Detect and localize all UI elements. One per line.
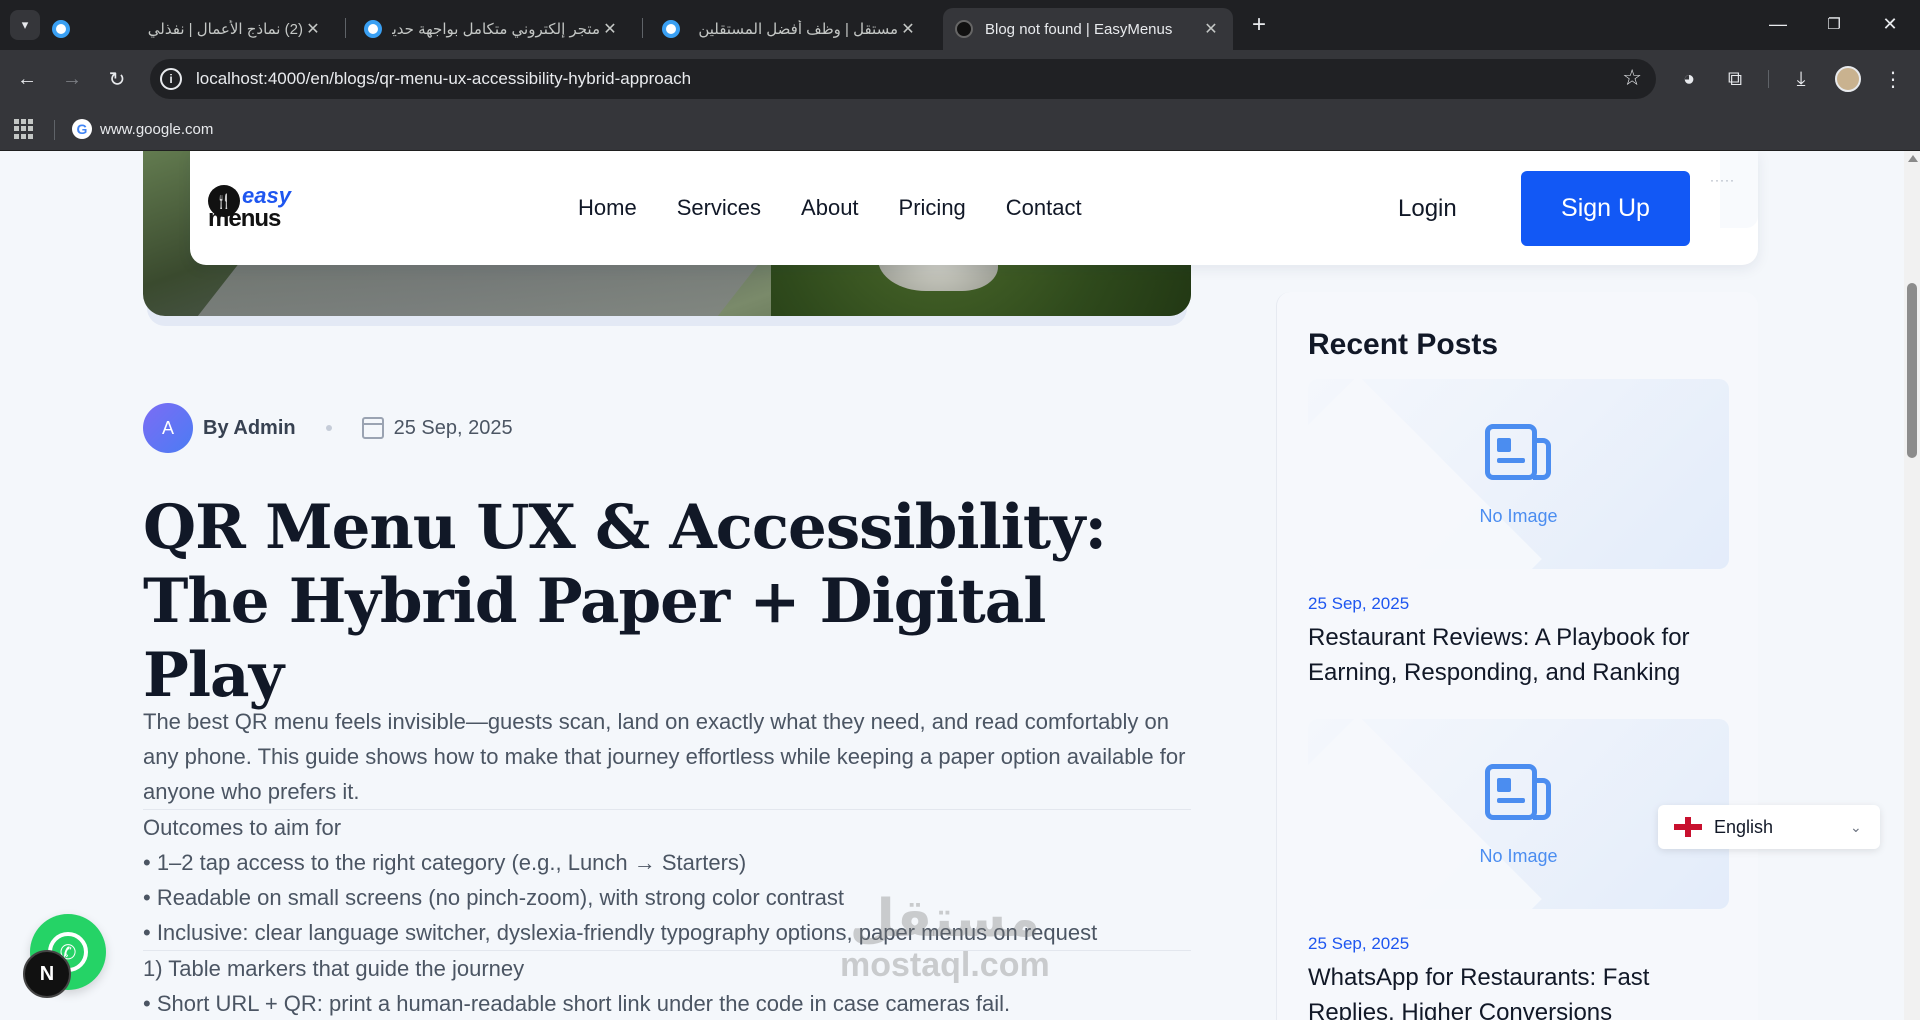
mostaql-favicon-icon xyxy=(662,20,680,38)
mostaql-favicon-icon xyxy=(364,20,382,38)
tab-close-icon[interactable]: ✕ xyxy=(898,19,918,39)
page-viewport: 🍴 easy menus Home Services About Pricing… xyxy=(0,151,1920,1020)
sidebar-title: Recent Posts xyxy=(1308,328,1499,361)
apps-grid-icon[interactable] xyxy=(14,119,34,139)
browser-menu-icon[interactable]: ⋮ xyxy=(1878,64,1908,94)
back-arrow-icon[interactable]: ← xyxy=(12,64,42,94)
meta-separator xyxy=(325,425,332,431)
tab-divider xyxy=(642,18,643,38)
logo-text-bottom: menus xyxy=(208,205,281,232)
nav-services[interactable]: Services xyxy=(677,195,761,221)
article-meta: A By Admin 25 Sep, 2025 xyxy=(143,403,513,453)
reload-icon[interactable]: ↻ xyxy=(102,64,132,94)
login-link[interactable]: Login xyxy=(1398,195,1457,223)
tab-close-icon[interactable]: ✕ xyxy=(303,19,323,39)
address-url[interactable]: localhost:4000/en/blogs/qr-menu-ux-acces… xyxy=(196,69,691,89)
site-info-icon[interactable]: i xyxy=(160,68,182,90)
chevron-down-icon: ⌄ xyxy=(1850,818,1862,835)
tab-divider xyxy=(345,18,346,38)
post-date: 25 Sep, 2025 xyxy=(1308,594,1410,613)
bookmarks-bar: G www.google.com xyxy=(0,108,1920,151)
tab-title: متجر إلكتروني متكامل بواجهة حديثة xyxy=(392,21,600,38)
watermark-arabic: مستقل xyxy=(849,889,1040,949)
signup-button[interactable]: Sign Up xyxy=(1521,171,1690,246)
calendar-icon xyxy=(361,417,384,439)
easymenus-logo[interactable]: 🍴 easy menus xyxy=(206,183,306,233)
tab-close-icon[interactable]: ✕ xyxy=(1201,19,1221,39)
tab-title: مستقل | وظف أفضل المستقلين xyxy=(698,21,898,38)
bookmark-divider xyxy=(54,120,55,140)
article-title: QR Menu UX & Accessibility: The Hybrid P… xyxy=(143,492,1107,711)
address-bar[interactable]: i localhost:4000/en/blogs/qr-menu-ux-acc… xyxy=(150,59,1656,99)
toolbar-divider xyxy=(1768,70,1769,88)
tab-close-icon[interactable]: ✕ xyxy=(600,19,620,39)
browser-toolbar: ← → ↻ i localhost:4000/en/blogs/qr-menu-… xyxy=(0,50,1920,108)
mostaql-watermark: مستقل mostaql.com xyxy=(840,891,1050,983)
nav-home[interactable]: Home xyxy=(578,195,637,221)
post-thumbnail[interactable]: No Image xyxy=(1308,379,1729,569)
tab-search-dropdown-icon[interactable]: ▾ xyxy=(10,10,40,40)
extensions-puzzle-icon[interactable]: ⧉ xyxy=(1720,64,1750,94)
pinned-tab[interactable] xyxy=(52,8,70,50)
nextjs-dev-badge[interactable]: N xyxy=(23,950,71,998)
google-icon: G xyxy=(72,119,92,139)
browser-tab-strip: ▾ (2) نماذج الأعمال | نفذلي ✕ متجر إلكتر… xyxy=(0,0,1920,50)
tab-nafzly[interactable]: (2) نماذج الأعمال | نفذلي ✕ xyxy=(135,8,335,50)
nav-contact[interactable]: Contact xyxy=(1006,195,1082,221)
logo-text-top: easy xyxy=(242,183,291,208)
page-scrollbar[interactable] xyxy=(1904,151,1920,1020)
post-title-link[interactable]: WhatsApp for Restaurants: Fast Replies, … xyxy=(1308,960,1729,1020)
outcome-item: • 1–2 tap access to the right category (… xyxy=(143,850,747,875)
tab-easymenus-active[interactable]: Blog not found | EasyMenus ✕ xyxy=(943,8,1233,50)
scroll-up-arrow-icon[interactable] xyxy=(1908,155,1918,162)
drag-handle-icon: ····· xyxy=(1710,173,1735,187)
uk-flag-icon xyxy=(1674,817,1702,837)
newspaper-icon xyxy=(1485,424,1551,480)
bookmark-google[interactable]: G www.google.com xyxy=(72,119,213,139)
nav-about[interactable]: About xyxy=(801,195,859,221)
no-image-label: No Image xyxy=(1479,846,1558,866)
section-item: • Short URL + QR: print a human-readable… xyxy=(143,991,1011,1016)
post-date: 25 Sep, 2025 xyxy=(1308,934,1410,953)
article-intro: The best QR menu feels invisible—guests … xyxy=(143,709,1186,804)
tab-title: (2) نماذج الأعمال | نفذلي xyxy=(147,21,303,38)
tab-mostaql-store[interactable]: متجر إلكتروني متكامل بواجهة حديثة ✕ xyxy=(352,8,632,50)
author-avatar: A xyxy=(143,403,193,453)
no-image-label: No Image xyxy=(1479,506,1558,526)
watermark-latin: mostaql.com xyxy=(840,946,1050,984)
tab-mostaql[interactable]: مستقل | وظف أفضل المستقلين ✕ xyxy=(650,8,930,50)
extension-colorful-icon[interactable]: ◕ xyxy=(1674,64,1704,94)
bookmark-label: www.google.com xyxy=(100,120,214,138)
new-tab-icon[interactable]: + xyxy=(1244,10,1274,40)
nafzly-favicon-icon xyxy=(52,20,70,38)
post-title-link[interactable]: Restaurant Reviews: A Playbook for Earni… xyxy=(1308,620,1729,690)
language-selector[interactable]: English ⌄ xyxy=(1658,805,1880,849)
restore-icon[interactable]: ❐ xyxy=(1814,8,1854,40)
language-label: English xyxy=(1714,816,1774,837)
window-close-icon[interactable]: ✕ xyxy=(1870,8,1910,40)
profile-avatar-icon[interactable] xyxy=(1835,66,1861,92)
tab-title: Blog not found | EasyMenus xyxy=(985,20,1173,38)
outcomes-heading: Outcomes to aim for xyxy=(143,815,342,840)
author-name: By Admin xyxy=(203,416,296,439)
forward-arrow-icon[interactable]: → xyxy=(57,64,87,94)
newspaper-icon xyxy=(1485,764,1551,820)
main-nav: Home Services About Pricing Contact xyxy=(578,195,1122,221)
download-icon[interactable]: ⤓ xyxy=(1786,64,1816,94)
minimize-icon[interactable]: — xyxy=(1758,8,1798,40)
scrollbar-thumb[interactable] xyxy=(1907,283,1917,458)
nav-pricing[interactable]: Pricing xyxy=(899,195,966,221)
site-header: 🍴 easy menus Home Services About Pricing… xyxy=(190,151,1758,265)
article-date: 25 Sep, 2025 xyxy=(393,416,513,439)
easymenus-favicon-icon xyxy=(955,20,973,38)
recent-posts-sidebar: Recent Posts No Image 25 Sep, 2025 Resta… xyxy=(1276,292,1758,1020)
bookmark-star-icon[interactable]: ☆ xyxy=(1622,65,1642,91)
